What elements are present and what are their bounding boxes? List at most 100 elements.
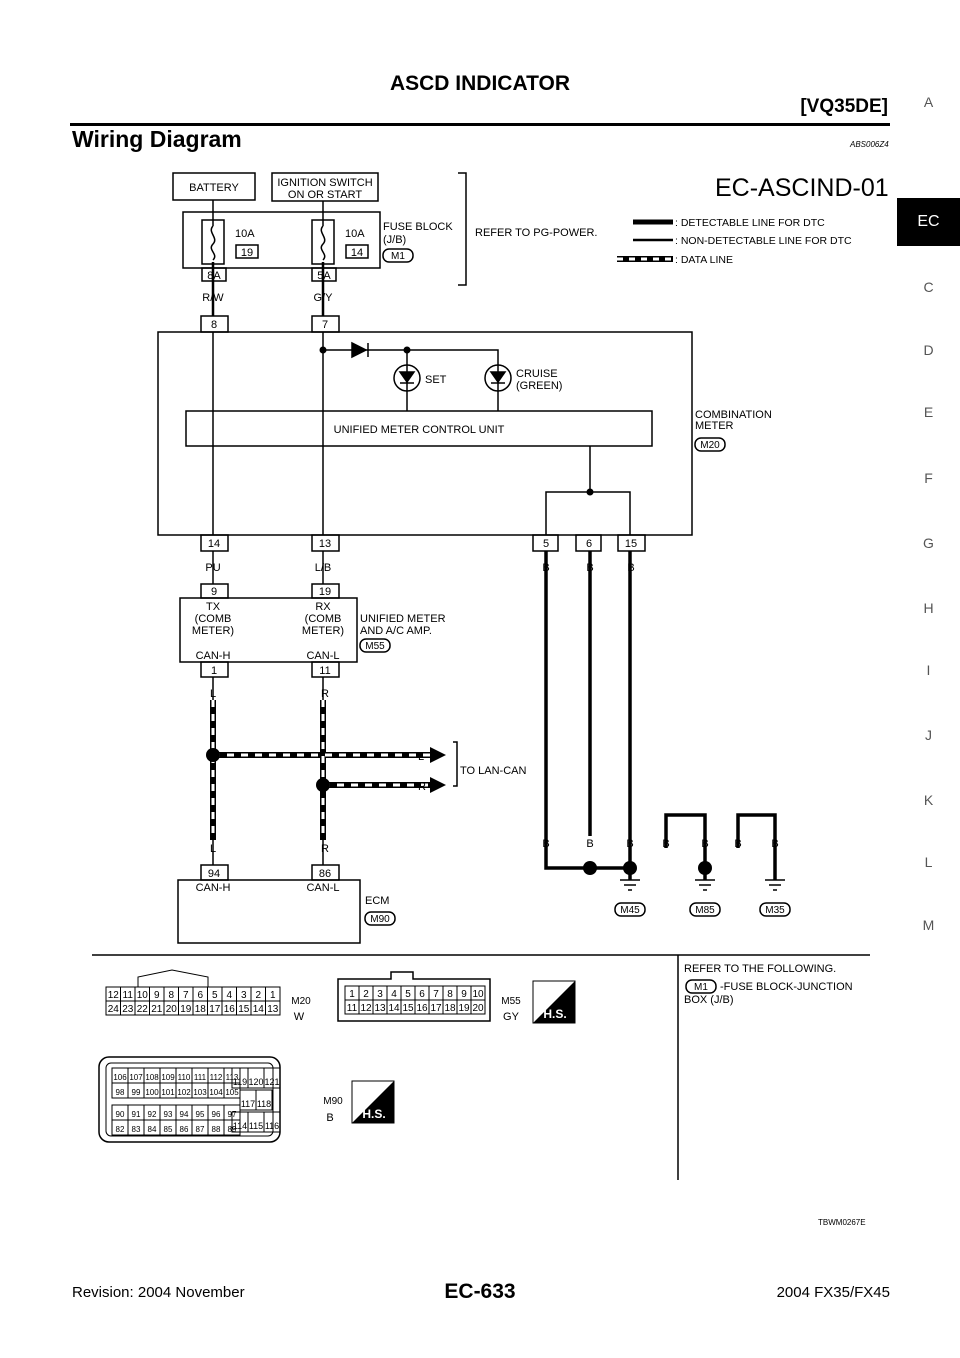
pin-number: 2 (363, 989, 369, 1000)
pin-number: 18 (444, 1003, 456, 1014)
wire-color: R/W (202, 292, 224, 304)
terminal: 11 (319, 665, 330, 677)
connector-id: M1 (694, 982, 708, 993)
amp-name-2: AND A/C AMP. (360, 625, 432, 637)
connector-id: M55 (365, 641, 385, 652)
pin-number: 17 (430, 1003, 442, 1014)
wire-color: B (626, 838, 633, 850)
arrow-icon (430, 747, 446, 793)
pin-number: 16 (224, 1004, 236, 1015)
pin-number: 102 (177, 1088, 191, 1097)
terminal: 6 (586, 538, 592, 550)
umcu-label: UNIFIED METER CONTROL UNIT (334, 424, 505, 436)
pin-number: 4 (226, 990, 232, 1001)
can-l-label: CAN-L (306, 650, 339, 662)
wire-color: B (701, 838, 708, 850)
pin-number: 101 (161, 1088, 175, 1097)
pin-number: 93 (164, 1110, 173, 1119)
pin-number: 11 (123, 990, 134, 1001)
fuse-rating: 10A (345, 228, 365, 240)
pin-number: 23 (122, 1004, 134, 1015)
pin-number: 20 (472, 1003, 484, 1014)
can-h-label: CAN-H (196, 650, 231, 662)
can-h-label: CAN-H (196, 882, 231, 894)
pin-number: 112 (210, 1073, 223, 1082)
wire-color: B (627, 562, 634, 574)
refer-power[interactable]: REFER TO PG-POWER. (475, 227, 597, 239)
pin-number: 10 (137, 990, 149, 1001)
ground-id: M45 (620, 905, 640, 916)
can-l-label: CAN-L (306, 882, 339, 894)
pin-number: 14 (253, 1004, 265, 1015)
ground-id: M35 (765, 905, 785, 916)
pin-number: 90 (116, 1110, 125, 1119)
pin-number: 10 (472, 989, 484, 1000)
amp-rx-2: (COMB (305, 613, 342, 625)
ignition-label: IGNITION SWITCH (277, 177, 372, 189)
pin-number: 13 (374, 1003, 386, 1014)
pin-number: 94 (180, 1110, 189, 1119)
terminal: 1 (211, 665, 217, 677)
pin-number: 100 (145, 1088, 159, 1097)
connector-id: M20 (700, 440, 720, 451)
connector-id: M1 (391, 251, 405, 262)
set-label: SET (425, 374, 447, 386)
terminal: 19 (319, 586, 331, 598)
connector-color: GY (503, 1011, 520, 1023)
pin-number: 22 (137, 1004, 149, 1015)
connector-color: W (294, 1011, 305, 1023)
terminal: 14 (208, 538, 220, 550)
diode-icon (351, 341, 369, 359)
ground-icons (620, 879, 785, 891)
pin-number: 116 (265, 1121, 279, 1131)
hs-label: H.S. (543, 1007, 566, 1021)
refer-text-2: BOX (J/B) (684, 994, 734, 1006)
lan-l: L (418, 751, 424, 763)
pin-number: 1 (349, 989, 355, 1000)
pin-number: 19 (180, 1004, 192, 1015)
fuse-number: 14 (351, 247, 363, 259)
to-lan-can[interactable]: TO LAN-CAN (460, 765, 526, 777)
amp-rx: RX (315, 601, 331, 613)
pin-number: 87 (196, 1125, 205, 1134)
pin-number: 99 (132, 1088, 141, 1097)
pin-number: 19 (458, 1003, 470, 1014)
pin-number: 121 (264, 1077, 279, 1087)
pin-number: 20 (166, 1004, 178, 1015)
pin-number: 16 (416, 1003, 428, 1014)
pin-number: 82 (116, 1125, 125, 1134)
wire-color: B (734, 838, 741, 850)
pin-number: 3 (241, 990, 247, 1001)
pin-number: 9 (461, 989, 467, 1000)
pin-number: 110 (178, 1073, 191, 1082)
pin-number: 21 (151, 1004, 163, 1015)
fuse-number: 19 (241, 247, 253, 259)
pin-number: 15 (402, 1003, 414, 1014)
pin-number: 84 (148, 1125, 157, 1134)
wire-color: PU (205, 562, 220, 574)
connector-id: M90 (323, 1096, 343, 1107)
refer-text: -FUSE BLOCK-JUNCTION (720, 981, 853, 993)
wiring-diagram: BATTERY IGNITION SWITCH ON OR START 10A … (92, 172, 889, 1227)
terminal: 7 (322, 319, 328, 331)
wire-color: B (586, 562, 593, 574)
pin-number: 95 (196, 1110, 205, 1119)
connector-color: B (326, 1112, 333, 1124)
pin-number: 114 (233, 1121, 247, 1131)
pin-number: 24 (108, 1004, 120, 1015)
pin-number: 1 (270, 990, 276, 1001)
pin-number: 105 (225, 1088, 239, 1097)
wire-color: R (321, 688, 329, 700)
ignition-label-2: ON OR START (288, 189, 362, 201)
pin-number: 115 (249, 1121, 263, 1131)
amp-tx-2: (COMB (195, 613, 232, 625)
pin-number: 91 (132, 1110, 141, 1119)
wire-color: R (321, 843, 329, 855)
pin-number: 92 (148, 1110, 157, 1119)
terminal: 5 (543, 538, 549, 550)
pin-number: 111 (194, 1073, 207, 1082)
fuse-block-label: FUSE BLOCK (383, 221, 453, 233)
pin-number: 7 (183, 990, 189, 1001)
footer-model: 2004 FX35/FX45 (776, 1284, 890, 1301)
terminal: 13 (319, 538, 331, 550)
